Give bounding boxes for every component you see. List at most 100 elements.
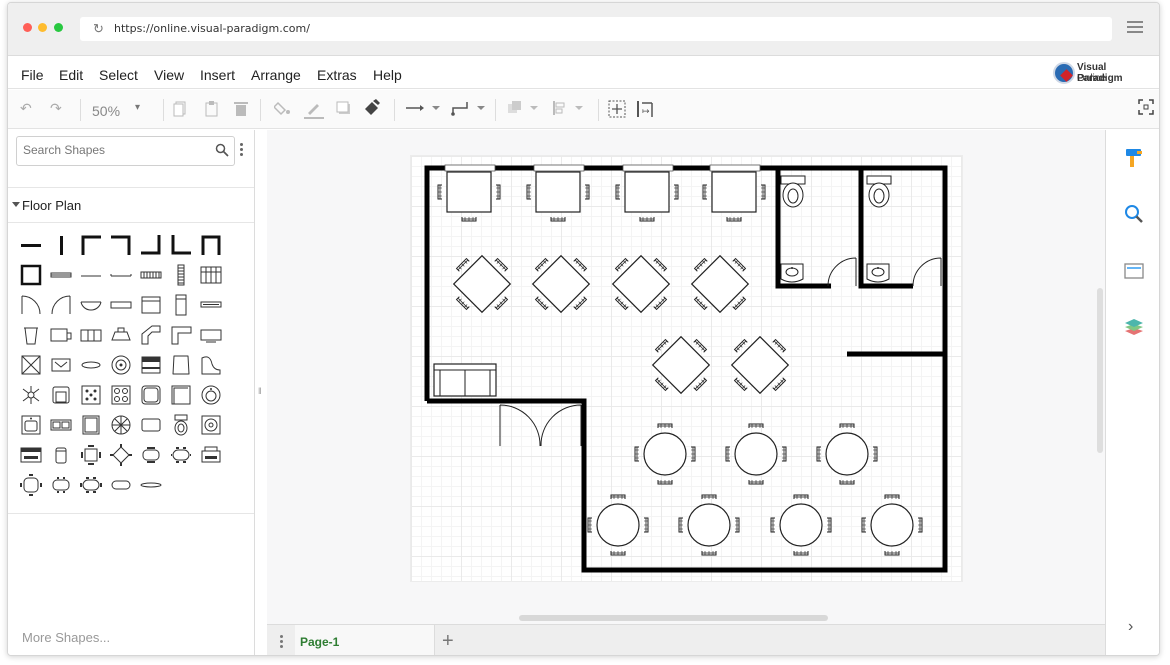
wall-corner-br-shape[interactable] [140,234,162,256]
cloud-table-shape[interactable] [80,474,102,496]
wall-horizontal-shape[interactable] [20,234,42,256]
diamond-table-shape[interactable] [110,444,132,466]
menu-edit[interactable]: Edit [59,67,83,83]
wall-corner-bl-shape[interactable] [170,234,192,256]
round-rug-shape[interactable] [110,414,132,436]
floor-plan-drawing[interactable] [411,156,964,583]
zoom-dropdown-icon[interactable]: ▾ [135,102,140,122]
monitor-shape[interactable] [200,324,222,346]
search-shapes-input[interactable] [23,143,203,157]
more-shapes-link[interactable]: More Shapes... [22,630,110,645]
door-right-shape[interactable] [50,294,72,316]
format-painter-icon[interactable] [363,99,381,119]
menu-arrange[interactable]: Arrange [251,67,301,83]
wall-vertical-shape[interactable] [50,234,72,256]
shelf-shape[interactable] [200,294,222,316]
rounded-table-shape[interactable] [50,474,72,496]
line-color-icon[interactable] [304,100,324,120]
refrigerator-shape[interactable] [80,414,102,436]
diagram-canvas[interactable] [267,130,1105,624]
oval-table-6-shape[interactable] [170,444,192,466]
menu-insert[interactable]: Insert [200,67,235,83]
fax-shape[interactable] [50,354,72,376]
toilet-shape[interactable] [170,414,192,436]
doorway-shape[interactable] [110,264,132,286]
reload-icon[interactable]: ↻ [93,21,104,37]
range-shape[interactable] [140,354,162,376]
sink-square-shape[interactable] [20,414,42,436]
chair-small-shape[interactable] [50,444,72,466]
zoom-level[interactable]: 50% [92,103,120,119]
stairs-spiral-shape[interactable] [200,264,222,286]
stove-burners-shape[interactable] [110,384,132,406]
dice-table-shape[interactable] [80,384,102,406]
wall-corner-tr-shape[interactable] [110,234,132,256]
drawing-page[interactable] [410,155,963,582]
round-table-4-shape[interactable] [20,474,42,496]
align-icon[interactable] [553,101,587,121]
search-icon[interactable] [1123,203,1145,225]
sidebar-resize-handle[interactable]: ‖ [258,386,262,396]
desk-l-shape[interactable] [170,324,192,346]
armchair-shape[interactable] [50,384,72,406]
page-tab-current[interactable]: Page-1 [295,625,435,655]
wall-corner-tl-shape[interactable] [80,234,102,256]
crossed-box-shape[interactable] [20,354,42,376]
printer-shape[interactable] [50,324,72,346]
bookcase-shape[interactable] [80,324,102,346]
search-icon[interactable] [215,143,229,157]
to-front-icon[interactable] [508,101,542,121]
select-all-icon[interactable] [608,100,626,120]
minimize-dot[interactable] [38,23,47,32]
door-left-shape[interactable] [20,294,42,316]
page-setup-icon[interactable] [1123,260,1145,282]
window-shape[interactable] [50,264,72,286]
copier-shape[interactable] [110,324,132,346]
double-sink-shape[interactable] [50,414,72,436]
shadow-icon[interactable] [336,101,352,121]
vertical-scrollbar[interactable] [1097,288,1103,453]
add-page-icon[interactable]: + [442,630,454,653]
close-dot[interactable] [23,23,32,32]
address-bar[interactable]: ↻ https://online.visual-paradigm.com/ [80,17,1112,41]
fill-color-icon[interactable] [274,100,292,120]
desk-corner-shape[interactable] [140,324,162,346]
bath-square-shape[interactable] [140,384,162,406]
opening-shape[interactable] [80,264,102,286]
stairs-horizontal-shape[interactable] [140,264,162,286]
room-shape[interactable] [20,264,42,286]
oval-table-shape[interactable] [140,444,162,466]
sofa-printer-shape[interactable] [200,444,222,466]
wastebin-shape[interactable] [20,324,42,346]
layers-icon[interactable] [1123,316,1145,338]
plant-shape[interactable] [20,384,42,406]
format-icon[interactable] [1123,147,1145,169]
menu-help[interactable]: Help [373,67,402,83]
collapse-caret-icon[interactable] [12,202,20,207]
washer-shape[interactable] [200,414,222,436]
menu-view[interactable]: View [154,67,184,83]
fit-page-icon[interactable]: ↦ [636,100,654,120]
locker-shape[interactable] [170,294,192,316]
surfboard-shape[interactable] [140,474,162,496]
browser-menu-icon[interactable] [1127,21,1143,34]
copy-icon[interactable] [173,101,187,121]
waypoint-style-icon[interactable] [451,100,487,120]
piano-shape[interactable] [200,354,222,376]
floor-plan-section-header[interactable]: Floor Plan [8,187,254,223]
counter-shape[interactable] [110,294,132,316]
stairs-vertical-shape[interactable] [170,264,192,286]
long-table-shape[interactable] [110,474,132,496]
redo-icon[interactable]: ↷ [50,100,62,120]
bathtub-shape[interactable] [170,354,192,376]
delete-icon[interactable] [234,101,248,121]
table-4-chairs-shape[interactable] [80,444,102,466]
horizontal-scrollbar[interactable] [519,615,828,621]
page-options-icon[interactable] [280,635,283,650]
paste-icon[interactable] [205,101,219,121]
shower-shape[interactable] [170,384,192,406]
oval-sink-shape[interactable] [80,354,102,376]
menu-select[interactable]: Select [99,67,138,83]
double-door-shape[interactable] [80,294,102,316]
connector-style-icon[interactable] [406,103,442,123]
